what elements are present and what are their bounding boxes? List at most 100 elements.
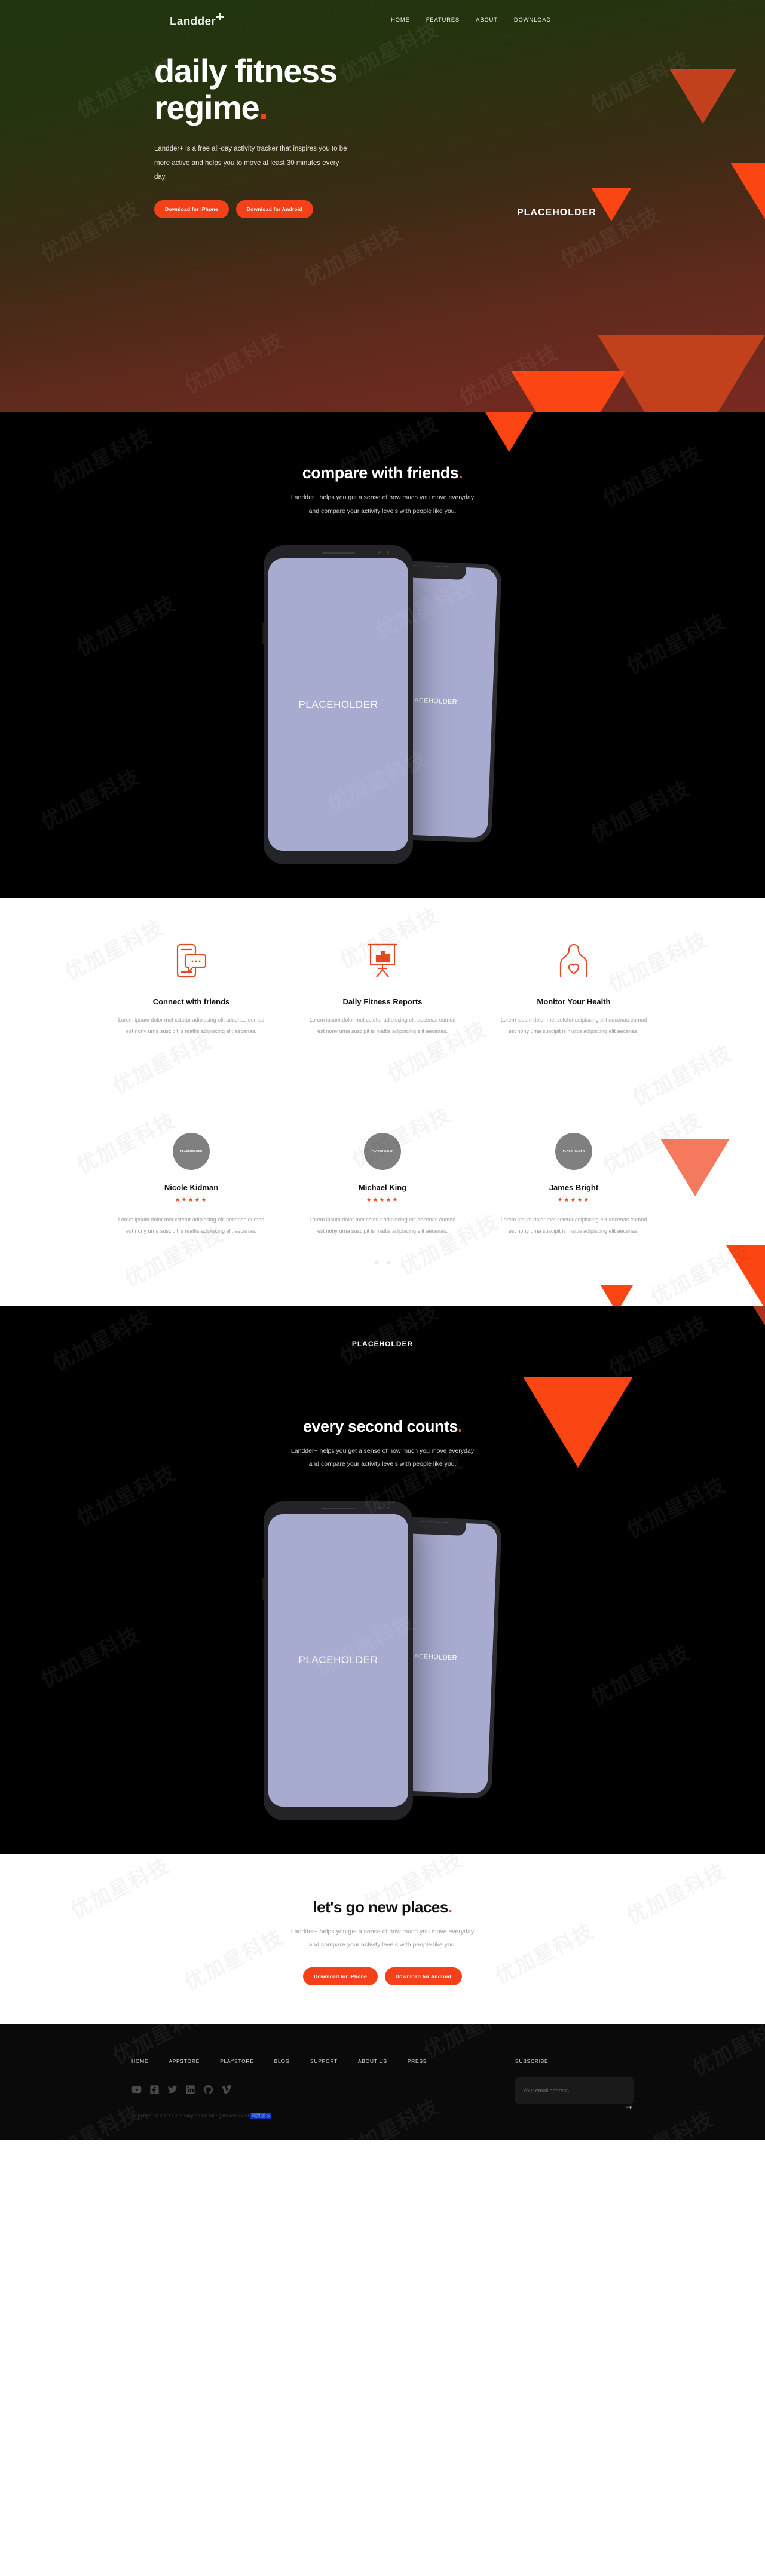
footer-link-blog[interactable]: BLOG: [274, 2058, 290, 2064]
footer-link-appstore[interactable]: APPSTORE: [169, 2058, 200, 2064]
presentation-chart-icon: [308, 940, 457, 982]
footer-link-support[interactable]: SUPPORT: [310, 2058, 338, 2064]
avatar-label: PLACEHOLDER: [180, 1150, 203, 1153]
feature-title: Connect with friends: [152, 997, 230, 1007]
compare-title-dot: .: [458, 464, 463, 482]
torso-heart-icon: [499, 940, 648, 982]
facebook-icon[interactable]: [149, 2085, 160, 2095]
plus-icon: [216, 13, 224, 20]
download-iphone-button[interactable]: Download for iPhone: [154, 200, 229, 218]
seconds-placeholder-label: PLACEHOLDER: [351, 1339, 414, 1348]
twitter-icon[interactable]: [167, 2085, 178, 2095]
hero-title-dot: .: [259, 88, 268, 127]
star-rating: ★★★★★: [175, 1196, 208, 1203]
hero-title: daily fitness regime.: [154, 53, 435, 126]
compare-paragraph-line2: and compare your activity levels with pe…: [308, 507, 457, 515]
nav-item-about[interactable]: ABOUT: [476, 17, 498, 23]
linkedin-icon[interactable]: [185, 2085, 195, 2095]
download-android-button[interactable]: Download for Android: [384, 1967, 462, 1985]
sensor-icon: [387, 1507, 389, 1509]
features-grid: Connect with friends Lorem ipsum dolor m…: [0, 898, 765, 1037]
compare-paragraph: Landder+ helps you get a sense of how mu…: [0, 491, 765, 518]
decor-triangle: [511, 371, 626, 412]
cta-paragraph: Landder+ helps you get a sense of how mu…: [0, 1925, 765, 1952]
decor-triangle: [726, 1245, 765, 1306]
avatar-label: PLACEHOLDER: [562, 1150, 585, 1153]
feature-card: Daily Fitness Reports Lorem ipsum dolor …: [308, 940, 457, 1037]
hero-title-line1: daily fitness: [154, 52, 338, 90]
testimonial-card: PLACEHOLDER Michael King ★★★★★ Lorem ips…: [308, 1132, 457, 1237]
copyright-text: Copyright © 2021.Company name All rights…: [131, 2113, 634, 2119]
footer-link-home[interactable]: HOME: [131, 2058, 148, 2064]
seconds-paragraph-line2: and compare your activity levels with pe…: [308, 1460, 457, 1468]
download-iphone-button[interactable]: Download for iPhone: [303, 1967, 378, 1985]
camera-icon: [378, 1507, 381, 1509]
speaker-grill: [322, 552, 355, 554]
camera-icon: [378, 551, 381, 554]
compare-paragraph-line1: Landder+ helps you get a sense of how mu…: [290, 494, 475, 501]
testimonial-name: Nicole Kidman: [164, 1182, 219, 1192]
footer-link-about-us[interactable]: ABOUT US: [358, 2058, 387, 2064]
seconds-phone-mockups: PLACEHOLDER PLACEHOLDER: [0, 1501, 765, 1854]
feature-title: Daily Fitness Reports: [342, 997, 423, 1007]
phone-mockup-primary: PLACEHOLDER: [262, 1501, 413, 1820]
feature-card: Connect with friends Lorem ipsum dolor m…: [117, 940, 266, 1037]
arrow-right-icon[interactable]: ➞: [625, 2103, 632, 2111]
top-navigation: Landder HOME FEATURES ABOUT DOWNLOAD: [0, 0, 765, 27]
seconds-title: every second counts.: [0, 1417, 765, 1436]
cta-button-row: Download for iPhone Download for Android: [0, 1967, 765, 1985]
decor-triangle: [601, 1285, 633, 1306]
avatar-label: PLACEHOLDER: [371, 1150, 394, 1153]
testimonials-section: PLACEHOLDER Nicole Kidman ★★★★★ Lorem ip…: [0, 1108, 765, 1306]
compare-title-text: compare with friends: [302, 464, 459, 482]
email-input[interactable]: [523, 2087, 626, 2094]
feature-title: Monitor Your Health: [537, 997, 611, 1007]
seconds-paragraph: Landder+ helps you get a sense of how mu…: [0, 1444, 765, 1471]
testimonial-body: Lorem ipsum dolor met cctetur adipiscing…: [118, 1216, 265, 1234]
youtube-icon[interactable]: [131, 2085, 142, 2095]
compare-phone-mockups: PLACEHOLDER PLACEHOLDER: [0, 545, 765, 898]
nav-item-download[interactable]: DOWNLOAD: [514, 17, 551, 23]
phone-primary-label: PLACEHOLDER: [298, 1654, 378, 1666]
footer-link-playstore[interactable]: PLAYSTORE: [220, 2058, 254, 2064]
copyright-link[interactable]: 网页模板: [250, 2113, 271, 2119]
carousel-dot[interactable]: [385, 1260, 391, 1265]
compare-section: compare with friends. Landder+ helps you…: [0, 412, 765, 899]
compare-title: compare with friends.: [0, 464, 765, 482]
seconds-heading-block: every second counts. Landder+ helps you …: [0, 1417, 765, 1471]
seconds-section: PLACEHOLDER every second counts. Landder…: [0, 1306, 765, 1854]
star-rating: ★★★★★: [557, 1196, 590, 1203]
carousel-dot[interactable]: [374, 1260, 380, 1265]
phone-primary-label: PLACEHOLDER: [298, 698, 378, 710]
nav-item-features[interactable]: FEATURES: [426, 17, 460, 23]
avatar: PLACEHOLDER: [173, 1132, 210, 1170]
volume-button: [262, 1577, 264, 1600]
subscribe-label: SUBSCRIBE: [515, 2058, 549, 2064]
avatar: PLACEHOLDER: [555, 1132, 592, 1170]
cta-paragraph-line2: and compare your activity levels with pe…: [308, 1941, 457, 1949]
seconds-title-dot: .: [458, 1417, 463, 1435]
star-rating: ★★★★★: [366, 1196, 399, 1203]
brand-name: Landder: [170, 15, 216, 28]
brand-logo[interactable]: Landder: [170, 13, 224, 28]
download-android-button[interactable]: Download for Android: [235, 200, 313, 218]
decor-triangle: [702, 1306, 765, 1360]
seconds-paragraph-line1: Landder+ helps you get a sense of how mu…: [290, 1447, 475, 1454]
hero-paragraph: Landder+ is a free all-day activity trac…: [154, 145, 347, 181]
vimeo-icon[interactable]: [221, 2085, 231, 2095]
github-icon[interactable]: [203, 2085, 213, 2095]
cta-title-dot: .: [448, 1897, 452, 1916]
nav-item-home[interactable]: HOME: [391, 17, 410, 23]
testimonial-card: PLACEHOLDER James Bright ★★★★★ Lorem ips…: [499, 1132, 648, 1237]
hero-content: daily fitness regime. Landder+ is a free…: [0, 16, 765, 218]
feature-body: Lorem ipsum dolor met cctetur adipiscing…: [309, 1017, 456, 1035]
cta-paragraph-line1: Landder+ helps you get a sense of how mu…: [290, 1927, 475, 1935]
carousel-dots: [0, 1260, 765, 1265]
decor-triangle: [478, 412, 540, 452]
testimonial-name: James Bright: [549, 1182, 599, 1192]
hero-title-line2: regime: [154, 88, 260, 127]
hero-section: Landder HOME FEATURES ABOUT DOWNLOAD dai…: [0, 0, 765, 412]
footer-link-press[interactable]: PRESS: [408, 2058, 427, 2064]
nav-links: HOME FEATURES ABOUT DOWNLOAD: [391, 17, 551, 23]
subscribe-input-box[interactable]: [515, 2077, 634, 2104]
